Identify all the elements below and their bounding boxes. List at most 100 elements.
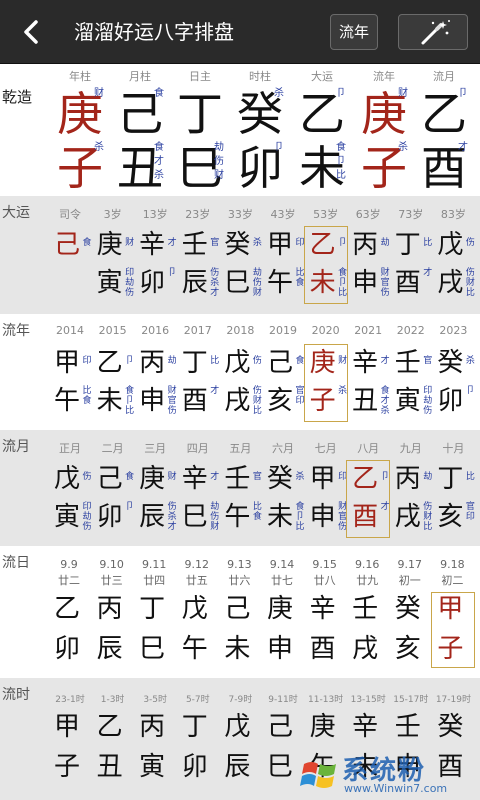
day-date: 9.17 [397,558,423,571]
stem-char: 庚 [96,230,123,260]
column-header: 2022 [396,324,425,337]
column-header: 2016 [141,324,170,337]
day-date: 9.10 [99,558,124,571]
branch-char: 戌 [394,502,421,532]
back-button[interactable] [14,14,50,50]
tag-label: 卩 [380,472,390,482]
liunian-button[interactable]: 流年 [330,14,378,50]
branch-char: 申 [309,502,336,532]
branch-char: 子 [309,386,336,416]
stem-char: 庚 [309,348,336,378]
stem-char: 己 [224,594,251,624]
stem-char: 丙 [394,464,421,494]
tag-label: 食 [125,472,135,482]
tag-label: 伤 [82,522,92,532]
branch-char: 戌 [437,268,464,298]
column-header: 2019 [269,324,297,337]
day-date: 9.12 [184,558,210,571]
tag-label: 印 [465,512,475,522]
tag-label: 比 [252,406,262,416]
stem-tag: 卩 [336,88,346,99]
top-bar: 溜溜好运八字排盘 流年 [0,0,480,64]
column-header: 3岁 [103,208,122,221]
branch-char: 酉 [394,268,421,298]
column-header: 七月 [314,442,337,455]
liuyue-label: 流月 [2,439,30,455]
stem-char: 戊 [224,712,251,742]
branch-tag: 杀 [398,142,408,153]
tag-label: 杀 [252,238,262,248]
tag-label: 卩 [167,268,177,278]
stem-char: 甲 [309,464,336,494]
day-date: 9.13 [227,558,252,571]
tag-label: 杀 [295,472,305,482]
tag-label: 比 [295,522,305,532]
day-lunar: 廿八 [313,574,336,587]
branch-tag: 财 [214,170,224,181]
stem-char: 甲 [53,712,80,742]
stem-char: 辛 [181,464,208,494]
stem-tag: 卩 [458,88,468,99]
branch-char: 子 [437,634,464,664]
tag-label: 财 [252,288,262,298]
tag-label: 伤 [167,406,177,416]
stem-char: 癸 [394,594,421,624]
column-header: 23-1时 [55,695,85,705]
app: { "header": {"title": "溜溜好运八字排盘", "liuni… [0,0,480,800]
column-header: 1-3时 [100,695,125,705]
branch-char: 亥 [394,634,421,664]
branch-tag: 食 [154,142,164,153]
branch-char: 酉 [309,634,336,664]
day-date: 9.9 [60,558,78,571]
tag-label: 劫 [167,356,177,366]
column-header: 六月 [272,442,294,455]
branch-tag: 卩 [274,142,284,153]
branch-char: 巳 [181,502,208,532]
tag-label: 食 [82,396,92,406]
tag-label: 伤 [252,356,262,366]
day-date: 9.18 [440,558,465,571]
liushi-label: 流时 [2,687,30,703]
tag-label: 财 [125,238,135,248]
branch-char: 寅 [394,386,421,416]
stem-char: 乙 [309,230,336,260]
branch-char: 午 [181,634,208,664]
branch-char: 申 [139,386,166,416]
tag-label: 卩 [338,238,348,248]
tag-label: 杀 [465,356,475,366]
stem-tag: 财 [94,88,104,99]
branch-char: 辰 [139,502,166,532]
branch-char: 丑 [96,752,123,782]
column-header: 33岁 [227,208,253,221]
stem-char: 壬 [181,230,208,260]
day-lunar: 廿三 [100,574,123,587]
stem-char: 庚 [266,594,293,624]
stem-char: 癸 [266,464,293,494]
stem-char: 乙 [53,594,80,624]
branch-char: 申 [352,268,379,298]
stem-char: 乙 [96,712,123,742]
branch-char: 卯 [139,268,166,298]
stem-char: 戊 [181,594,208,624]
tag-label: 比 [465,472,475,482]
branch-char: 巳 [224,268,251,298]
stem-tag: 食 [154,88,164,99]
watermark: 系统粉 www.Winwin7.com [300,748,478,798]
stem-char: 丁 [394,230,421,260]
branch-tag: 卩 [336,156,346,167]
liuri-label: 流日 [2,555,30,571]
dayun-label: 大运 [2,205,30,221]
magic-wand-button[interactable] [398,14,468,50]
tag-label: 官 [210,238,220,248]
tag-label: 杀 [338,386,348,396]
column-header: 二月 [101,442,124,455]
tag-label: 卩 [125,502,135,512]
day-date: 9.15 [312,558,337,571]
stem-char: 己 [96,464,123,494]
column-header: 53岁 [313,208,339,221]
column-header: 时柱 [249,70,271,83]
stem-char: 丁 [181,712,208,742]
tag-label: 比 [338,288,348,298]
column-header: 2015 [98,324,127,337]
column-header: 73岁 [398,208,424,221]
